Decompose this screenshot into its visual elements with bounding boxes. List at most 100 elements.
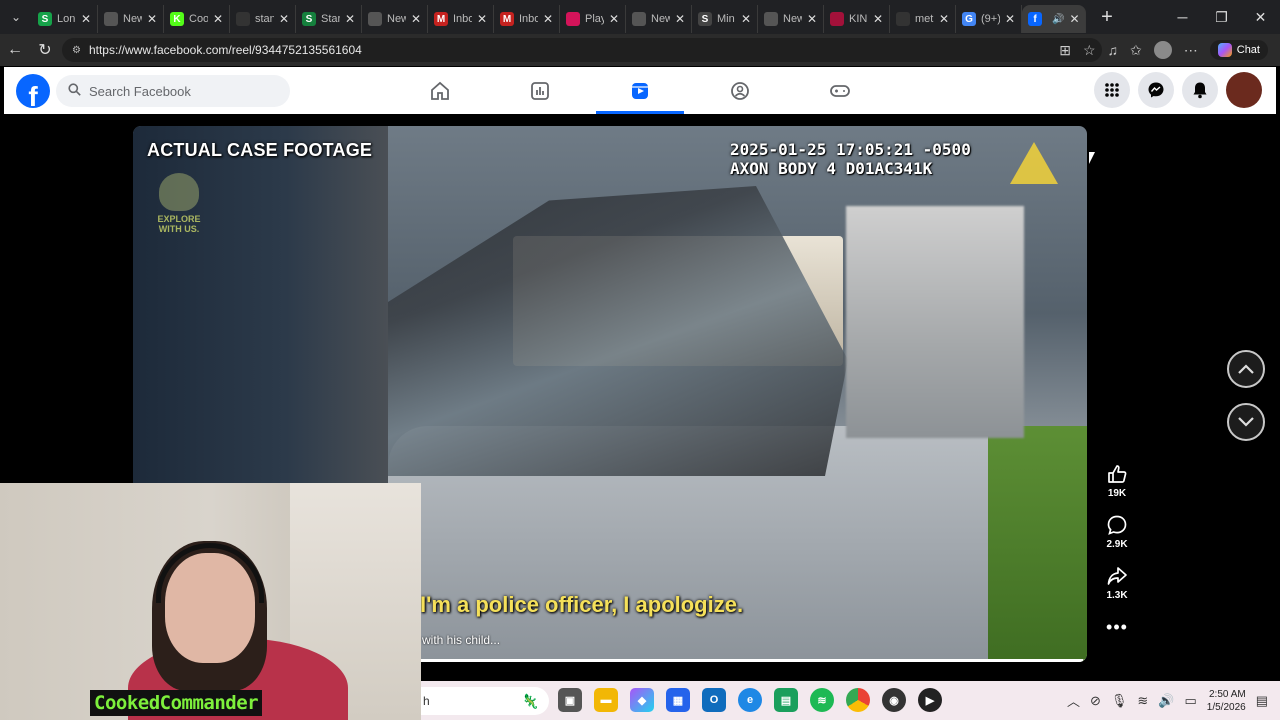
tab-close-icon[interactable]: ✕ — [81, 12, 91, 26]
comment-action[interactable]: 2.9K — [1105, 513, 1129, 550]
browser-tab[interactable]: New ✕ — [362, 5, 428, 33]
tray-app-icon[interactable]: ⊘ — [1090, 693, 1101, 709]
tab-close-icon[interactable]: ✕ — [345, 12, 355, 26]
browser-tab[interactable]: KIN ✕ — [824, 5, 890, 33]
browser-tab[interactable]: M Inbo ✕ — [494, 5, 560, 33]
share-action[interactable]: 1.3K — [1105, 564, 1129, 601]
minimize-button[interactable]: ─ — [1163, 0, 1202, 34]
favorites-icon[interactable]: ✩ — [1130, 42, 1142, 59]
edge-icon[interactable]: e — [738, 688, 762, 712]
file-explorer-icon[interactable]: ▬ — [594, 688, 618, 712]
restore-button[interactable]: ❐ — [1202, 0, 1241, 34]
taskbar-clock[interactable]: 2:50 AM 1/5/2026 — [1207, 688, 1246, 714]
reel-action-column: 19K 2.9K 1.3K ••• — [1097, 462, 1137, 638]
like-action[interactable]: 19K — [1105, 462, 1129, 499]
copilot-app-icon[interactable]: ◆ — [630, 688, 654, 712]
microphone-icon[interactable]: 🎙 — [1111, 693, 1128, 709]
tab-favicon-icon — [104, 12, 118, 26]
messenger-icon[interactable] — [1138, 72, 1174, 108]
groups-icon[interactable] — [690, 67, 790, 114]
media-player-icon[interactable]: ▶ — [918, 688, 942, 712]
spotify-icon[interactable]: ≋ — [810, 688, 834, 712]
copilot-chat-button[interactable]: Chat — [1209, 40, 1268, 60]
tab-close-icon[interactable]: ✕ — [213, 12, 223, 26]
outlook-icon[interactable]: O — [702, 688, 726, 712]
more-options-icon[interactable]: ••• — [1106, 617, 1128, 638]
taskbar-search-box[interactable]: h 🦎 — [421, 687, 549, 715]
home-icon[interactable] — [390, 67, 490, 114]
task-view-icon[interactable]: ▣ — [558, 688, 582, 712]
browser-tab[interactable]: f 🔊 ✕ — [1022, 5, 1086, 33]
browser-tab[interactable]: New ✕ — [98, 5, 164, 33]
browser-tab[interactable]: K Coo ✕ — [164, 5, 230, 33]
tab-close-icon[interactable]: ✕ — [939, 12, 949, 26]
menu-grid-icon[interactable] — [1094, 72, 1130, 108]
tab-favicon-icon — [566, 12, 580, 26]
read-aloud-icon[interactable]: ♫ — [1108, 42, 1119, 58]
browser-tab[interactable]: Play ✕ — [560, 5, 626, 33]
browser-tab[interactable]: S Min ✕ — [692, 5, 758, 33]
facebook-logo[interactable]: f — [16, 74, 50, 108]
site-info-icon[interactable]: ⚙ — [72, 45, 81, 56]
tab-close-icon[interactable]: ✕ — [411, 12, 421, 26]
tab-close-icon[interactable]: ✕ — [1005, 12, 1015, 26]
chrome-icon[interactable] — [846, 688, 870, 712]
tab-close-icon[interactable]: ✕ — [873, 12, 883, 26]
reels-icon[interactable] — [590, 67, 690, 114]
tab-close-icon[interactable]: ✕ — [477, 12, 487, 26]
video-blur-box — [846, 206, 1024, 438]
tab-close-icon[interactable]: ✕ — [147, 12, 157, 26]
tab-close-icon[interactable]: ✕ — [279, 12, 289, 26]
tray-overflow-icon[interactable]: ︿ — [1067, 691, 1080, 710]
game-app-icon[interactable]: ▤ — [774, 688, 798, 712]
profile-avatar-button[interactable] — [1226, 72, 1262, 108]
tab-title: New — [783, 13, 802, 25]
close-window-button[interactable]: ✕ — [1241, 0, 1280, 34]
browser-tab[interactable]: S Star ✕ — [296, 5, 362, 33]
next-reel-button[interactable] — [1227, 403, 1265, 441]
tab-close-icon[interactable]: ✕ — [675, 12, 685, 26]
browser-tab[interactable]: G (9+) ✕ — [956, 5, 1022, 33]
profile-avatar[interactable] — [1153, 41, 1172, 59]
previous-reel-button[interactable] — [1227, 350, 1265, 388]
tab-close-icon[interactable]: ✕ — [609, 12, 619, 26]
apps-icon[interactable]: ⊞ — [1059, 42, 1071, 59]
notification-center-icon[interactable]: ▤ — [1256, 693, 1268, 709]
store-icon[interactable]: ▦ — [666, 688, 690, 712]
video-description[interactable]: with his child... — [422, 633, 500, 647]
tab-close-icon[interactable]: ✕ — [807, 12, 817, 26]
obs-icon[interactable]: ◉ — [882, 688, 906, 712]
new-tab-button[interactable]: + — [1092, 6, 1122, 29]
wifi-icon[interactable]: ≋ — [1137, 693, 1148, 709]
notifications-bell-icon[interactable] — [1182, 72, 1218, 108]
tab-favicon-icon — [368, 12, 382, 26]
volume-icon[interactable]: 🔊 — [1158, 693, 1174, 709]
browser-toolbar: ← ↻ ⚙ https://www.facebook.com/reel/9344… — [0, 34, 1280, 66]
gaming-icon[interactable] — [790, 67, 890, 114]
device-id-line: AXON BODY 4 D01AC341K — [730, 159, 933, 178]
browser-tab[interactable]: S Lon ✕ — [32, 5, 98, 33]
tab-audio-icon[interactable]: 🔊 — [1052, 14, 1064, 25]
tab-title: Min — [717, 13, 735, 25]
tab-close-icon[interactable]: ✕ — [741, 12, 751, 26]
address-bar[interactable]: ⚙ https://www.facebook.com/reel/93447521… — [62, 38, 1102, 62]
tab-close-icon[interactable]: ✕ — [1069, 12, 1079, 26]
browser-tab[interactable]: New ✕ — [758, 5, 824, 33]
battery-icon[interactable]: ▭ — [1184, 693, 1196, 709]
facebook-search-input[interactable]: Search Facebook — [56, 75, 290, 107]
favorite-star-icon[interactable]: ☆ — [1083, 42, 1096, 59]
browser-tab[interactable]: met ✕ — [890, 5, 956, 33]
search-icon — [68, 83, 81, 99]
facebook-main-nav — [390, 67, 890, 114]
tab-favicon-icon: G — [962, 12, 976, 26]
reload-button[interactable]: ↻ — [30, 34, 60, 66]
tab-search-menu-button[interactable]: ⌄ — [0, 0, 32, 34]
back-button[interactable]: ← — [0, 34, 30, 66]
browser-tab[interactable]: stan ✕ — [230, 5, 296, 33]
more-menu-icon[interactable]: ⋯ — [1184, 42, 1198, 59]
browser-tab[interactable]: New ✕ — [626, 5, 692, 33]
browser-tab[interactable]: M Inbo ✕ — [428, 5, 494, 33]
tab-close-icon[interactable]: ✕ — [543, 12, 553, 26]
like-thumb-icon — [1105, 462, 1129, 486]
dashboard-icon[interactable] — [490, 67, 590, 114]
